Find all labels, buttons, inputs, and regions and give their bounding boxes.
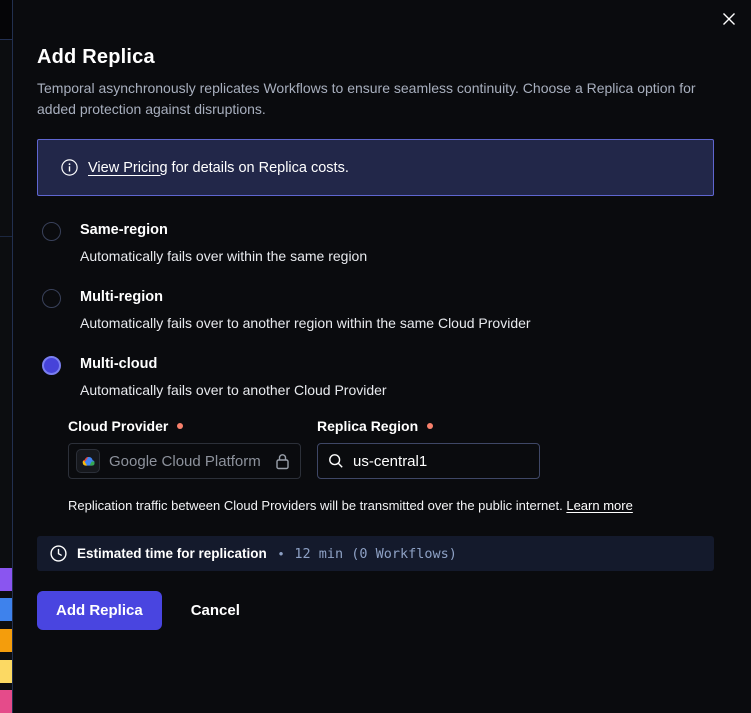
close-button[interactable] — [719, 9, 739, 29]
public-internet-note: Replication traffic between Cloud Provid… — [68, 498, 714, 513]
estimate-separator: • — [279, 546, 284, 561]
note-text: Replication traffic between Cloud Provid… — [68, 498, 566, 513]
replica-region-value: us-central1 — [353, 453, 427, 470]
pricing-banner-rest: for details on Replica costs. — [168, 160, 349, 176]
search-icon — [328, 453, 344, 469]
replica-option-group: Same-region Automatically fails over wit… — [42, 221, 714, 400]
cloud-provider-value: Google Cloud Platform — [109, 453, 266, 470]
background-color-chip-pink — [0, 690, 12, 713]
radio-desc-same-region: Automatically fails over within the same… — [80, 247, 367, 266]
pricing-banner-text: View Pricing for details on Replica cost… — [88, 160, 349, 176]
radio-option-same-region[interactable]: Same-region Automatically fails over wit… — [42, 221, 714, 266]
required-indicator — [427, 423, 433, 429]
radio-label-same-region[interactable]: Same-region — [80, 221, 367, 240]
radio-same-region[interactable] — [42, 222, 61, 241]
modal-description: Temporal asynchronously replicates Workf… — [37, 78, 701, 120]
radio-option-multi-region[interactable]: Multi-region Automatically fails over to… — [42, 288, 714, 333]
cloud-provider-label-text: Cloud Provider — [68, 418, 168, 434]
radio-option-multi-cloud[interactable]: Multi-cloud Automatically fails over to … — [42, 355, 714, 400]
clock-icon — [50, 545, 67, 562]
radio-multi-region[interactable] — [42, 289, 61, 308]
cancel-button[interactable]: Cancel — [172, 591, 259, 630]
radio-desc-multi-region: Automatically fails over to another regi… — [80, 314, 531, 333]
background-color-chip-purple — [0, 568, 12, 591]
cloud-provider-field: Google Cloud Platform — [68, 443, 301, 479]
learn-more-link[interactable]: Learn more — [566, 498, 632, 513]
background-color-chip-blue — [0, 598, 12, 621]
modal-title: Add Replica — [37, 46, 714, 69]
pricing-info-banner: View Pricing for details on Replica cost… — [37, 139, 714, 196]
multi-cloud-form: Cloud Provider — [68, 418, 714, 479]
cloud-provider-label: Cloud Provider — [68, 418, 301, 434]
replica-region-label-text: Replica Region — [317, 418, 418, 434]
modal-actions: Add Replica Cancel — [37, 591, 714, 630]
radio-label-multi-cloud[interactable]: Multi-cloud — [80, 355, 387, 374]
background-color-chip-orange — [0, 629, 12, 652]
radio-multi-cloud[interactable] — [42, 356, 61, 375]
replica-region-label: Replica Region — [317, 418, 540, 434]
add-replica-button[interactable]: Add Replica — [37, 591, 162, 630]
radio-desc-multi-cloud: Automatically fails over to another Clou… — [80, 381, 387, 400]
estimated-time-banner: Estimated time for replication • 12 min … — [37, 536, 714, 571]
estimate-label: Estimated time for replication — [77, 546, 267, 561]
estimate-value: 12 min (0 Workflows) — [294, 546, 457, 562]
required-indicator — [177, 423, 183, 429]
radio-label-multi-region[interactable]: Multi-region — [80, 288, 531, 307]
add-replica-modal: Add Replica Temporal asynchronously repl… — [13, 0, 751, 713]
info-circle-icon — [61, 159, 78, 176]
lock-icon — [275, 453, 290, 470]
close-icon — [721, 11, 737, 27]
replica-region-input[interactable]: us-central1 — [317, 443, 540, 479]
view-pricing-link[interactable]: View Pricing — [88, 160, 168, 176]
background-color-chip-yellow — [0, 660, 12, 683]
google-cloud-icon — [76, 449, 100, 473]
